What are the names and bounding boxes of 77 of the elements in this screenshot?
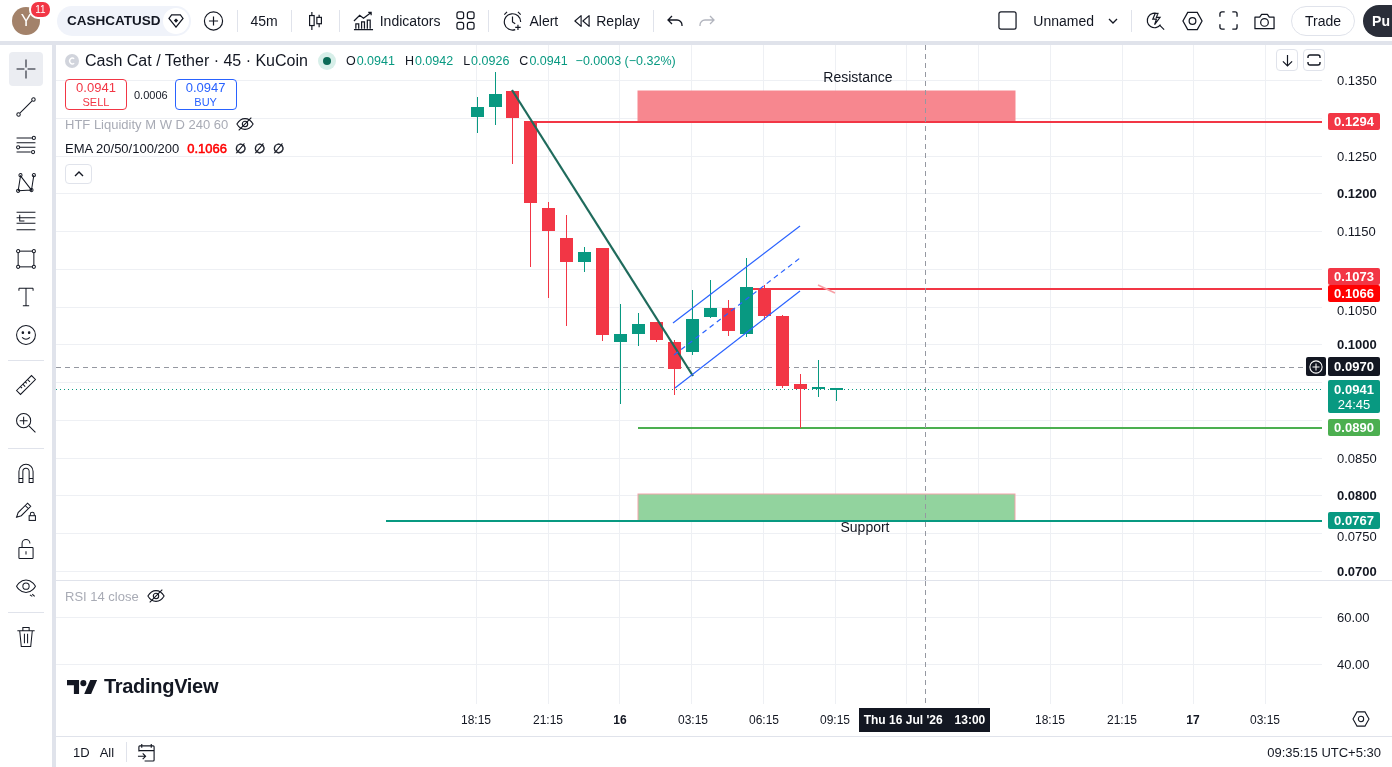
layout-name-button[interactable]: Unnamed <box>1025 3 1127 38</box>
time-tick: 03:15 <box>678 713 708 727</box>
time-tick: 16 <box>613 713 627 727</box>
price-tick: 0.0800 <box>1337 487 1377 503</box>
bar-countdown: 24:45 <box>1337 396 1371 412</box>
range-button[interactable]: All <box>94 740 120 764</box>
unlocked-icon <box>15 538 37 560</box>
time-tick: 21:15 <box>1107 713 1137 727</box>
price-tick: 0.0750 <box>1337 528 1377 544</box>
settings-icon[interactable] <box>1352 711 1370 727</box>
time-tick: 17 <box>1186 713 1200 727</box>
stacked-lines-icon <box>15 134 37 156</box>
pencil-lock-icon <box>15 500 37 522</box>
alert-button[interactable]: Alert <box>494 3 567 38</box>
price-label-value: 0.1066 <box>1334 286 1374 301</box>
logo-text: TradingView <box>104 675 219 698</box>
time-tick: 09:15 <box>820 713 850 727</box>
crosshair-date: Thu 16 Jul '26 <box>863 713 943 727</box>
zoom-in-icon <box>15 412 37 434</box>
eye-icon <box>15 576 37 598</box>
zigzag-icon <box>15 172 37 194</box>
time-tick: 18:15 <box>461 713 491 727</box>
indicator-name: RSI 14 close <box>65 588 139 604</box>
time-tick: 18:15 <box>1035 713 1065 727</box>
interval-button[interactable]: 45m <box>242 3 286 38</box>
price-tick: 0.0700 <box>1337 563 1377 579</box>
logo-icon <box>67 679 98 694</box>
rectangle-icon <box>15 248 37 270</box>
square-icon[interactable] <box>998 11 1018 30</box>
price-tick: 0.1050 <box>1337 302 1377 318</box>
crosshair-icon <box>15 58 37 80</box>
rewind-icon <box>574 13 591 28</box>
alarm-clock-icon <box>502 10 524 31</box>
diamond-button[interactable] <box>162 7 189 34</box>
indicators-button[interactable]: Indicators <box>344 3 449 38</box>
settings-icon[interactable] <box>1182 10 1204 31</box>
plus-circle-icon[interactable] <box>202 10 224 31</box>
price-tick: 0.1350 <box>1337 72 1377 88</box>
text-icon <box>15 286 37 308</box>
price-tick: 0.1200 <box>1337 185 1377 201</box>
time-tick: 06:15 <box>749 713 779 727</box>
price-label-value: 0.0941 <box>1334 381 1374 397</box>
price-tick: 0.1250 <box>1337 148 1377 164</box>
price-label-value: 0.1073 <box>1334 269 1374 284</box>
crosshair-time: 13:00 <box>954 713 986 727</box>
grid-icon[interactable] <box>456 11 476 30</box>
trend-line-icon <box>15 96 37 118</box>
rsi-tick: 40.00 <box>1337 656 1370 672</box>
price-tick: 0.1000 <box>1337 336 1377 352</box>
clock-time: 09:35:15 UTC+5:30 <box>1267 744 1381 760</box>
undo-icon[interactable] <box>666 13 683 28</box>
price-tick: 0.0850 <box>1337 450 1377 466</box>
calendar-arrow-icon[interactable] <box>137 742 157 762</box>
price-label-value: 0.0890 <box>1334 420 1374 435</box>
rsi-tick: 60.00 <box>1337 609 1370 625</box>
chart-bars-icon <box>352 10 374 31</box>
symbol-button[interactable]: CASHCATUSD <box>67 9 161 32</box>
diamond-icon <box>167 13 184 28</box>
bracket-lines-icon <box>15 210 37 232</box>
price-label-value: 0.0767 <box>1334 513 1374 528</box>
fullscreen-icon[interactable] <box>1219 11 1239 30</box>
price-tick: 0.1150 <box>1337 223 1376 239</box>
eye-off-icon[interactable] <box>146 588 165 604</box>
crosshair-tool[interactable] <box>9 52 43 86</box>
time-tick: 21:15 <box>533 713 563 727</box>
ruler-icon <box>15 374 37 396</box>
time-tick: 03:15 <box>1250 713 1280 727</box>
lightning-search-icon[interactable] <box>1145 10 1167 31</box>
range-button[interactable]: 1D <box>68 740 95 764</box>
magnet-icon <box>15 462 37 484</box>
trash-icon <box>15 626 37 648</box>
replay-button[interactable]: Replay <box>566 3 648 38</box>
smiley-icon <box>15 324 37 346</box>
price-label-value: 0.0970 <box>1334 359 1374 374</box>
price-label-value: 0.1294 <box>1334 114 1374 129</box>
chevron-down-icon <box>1108 17 1119 24</box>
publish-button[interactable]: Pu <box>1363 4 1392 37</box>
